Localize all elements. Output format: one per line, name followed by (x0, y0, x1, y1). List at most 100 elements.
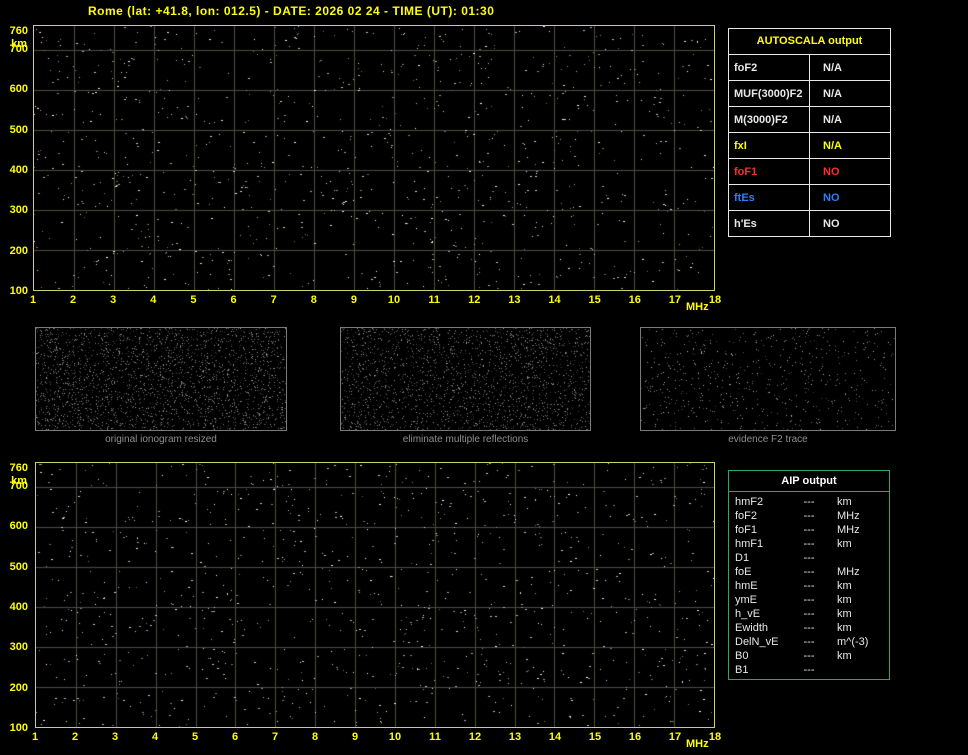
x-tick-7: 7 (271, 731, 279, 743)
aip-row-foF2: foF2 --- MHz (729, 509, 889, 523)
x-tick-13: 13 (508, 731, 522, 743)
autoscala-param-value: N/A (823, 113, 842, 126)
aip-param-label: hmF1 (735, 538, 764, 550)
x-tick-18: 18 (708, 294, 722, 306)
y-tick-700: 700 (9, 480, 28, 493)
autoscala-param-label: foF1 (729, 159, 810, 184)
aip-row-hmF2: hmF2 --- km (729, 495, 889, 509)
aip-param-unit: MHz (837, 566, 860, 578)
y-tick-400: 400 (9, 601, 28, 614)
caption-original-ionogram: original ionogram resized (105, 434, 217, 445)
aip-param-label: h_vE (735, 608, 761, 620)
aip-param-label: ymE (735, 594, 757, 606)
y-tick-600: 600 (9, 83, 28, 96)
aip-param-unit: km (837, 622, 852, 634)
x-tick-11: 11 (429, 731, 441, 743)
aip-param-value: --- (803, 594, 815, 606)
aip-param-label: foF1 (735, 524, 758, 536)
panel-eliminate-reflections (340, 327, 591, 431)
x-tick-5: 5 (190, 294, 197, 306)
autoscala-window: Rome (lat: +41.8, lon: 012.5) - DATE: 20… (0, 0, 968, 755)
x-tick-16: 16 (628, 294, 641, 306)
x-tick-16: 16 (628, 731, 642, 743)
x-tick-3: 3 (110, 294, 117, 306)
x-tick-2: 2 (70, 294, 77, 306)
y-tick-760: 760 (9, 462, 28, 474)
aip-param-unit: km (837, 580, 852, 592)
x-tick-12: 12 (468, 731, 482, 743)
autoscala-param-value: N/A (823, 87, 842, 100)
aip-param-label: hmF2 (735, 496, 764, 508)
panel-original-ionogram-canvas (36, 328, 286, 430)
aip-param-value: --- (803, 510, 815, 522)
aip-row-B0: B0 --- km (729, 649, 889, 663)
y-tick-600: 600 (9, 520, 28, 533)
autoscala-param-value: NO (823, 217, 840, 230)
x-tick-5: 5 (191, 731, 199, 743)
aip-row-hmE: hmE --- km (729, 579, 889, 593)
aip-row-ymE: ymE --- km (729, 593, 889, 607)
aip-param-unit: MHz (837, 510, 860, 522)
x-tick-12: 12 (468, 294, 481, 306)
caption-evidence-f2-trace: evidence F2 trace (728, 434, 808, 445)
aip-param-unit: km (837, 608, 852, 620)
aip-param-label: D1 (735, 552, 750, 564)
aip-table-header: AIP output (729, 471, 889, 492)
aip-param-value: --- (803, 636, 815, 648)
aip-row-DelN_vE: DelN_vE --- m^(-3) (729, 635, 889, 649)
aip-param-unit: m^(-3) (837, 636, 869, 648)
autoscala-param-label: MUF(3000)F2 (729, 81, 810, 106)
autoscala-row-foF2: foF2 N/A (729, 55, 890, 81)
x-tick-8: 8 (310, 294, 317, 306)
aip-param-value: --- (803, 524, 815, 536)
y-tick-500: 500 (9, 123, 28, 136)
x-tick-18: 18 (708, 731, 722, 743)
aip-row-B1: B1 --- (729, 663, 889, 677)
aip-row-hmF1: hmF1 --- km (729, 537, 889, 551)
y-tick-400: 400 (9, 164, 28, 177)
panel-eliminate-reflections-canvas (341, 328, 590, 430)
aip-param-label: Ewidth (735, 622, 769, 634)
caption-eliminate-reflections: eliminate multiple reflections (402, 434, 529, 445)
x-tick-15: 15 (588, 294, 601, 306)
autoscala-row-foF1: foF1 NO (729, 159, 890, 185)
aip-row-Ewidth: Ewidth --- km (729, 621, 889, 635)
x-tick-9: 9 (350, 294, 357, 306)
aip-param-value: --- (803, 552, 815, 564)
x-tick-9: 9 (351, 731, 359, 743)
aip-param-value: --- (803, 650, 815, 662)
aip-row-foE: foE --- MHz (729, 565, 889, 579)
top-x-axis-unit-label: MHz (685, 301, 709, 313)
autoscala-param-label: fxI (729, 133, 810, 158)
panel-evidence-f2-trace-canvas (641, 328, 895, 430)
aip-param-label: foE (735, 566, 752, 578)
aip-table-body: hmF2 --- km foF2 --- MHz foF1 --- MHz hmF1 --- km D1… (729, 492, 889, 679)
aip-param-unit: km (837, 650, 852, 662)
aip-param-value: --- (803, 566, 815, 578)
x-tick-14: 14 (548, 731, 562, 743)
autoscala-table-body: foF2 N/A MUF(3000)F2 N/A M(3000)F2 N/A fxI N/A f… (729, 55, 890, 236)
y-tick-300: 300 (9, 641, 28, 654)
x-tick-17: 17 (668, 294, 681, 306)
x-tick-8: 8 (311, 731, 319, 743)
x-tick-4: 4 (150, 294, 157, 306)
aip-row-D1: D1 --- (729, 551, 889, 565)
y-tick-100: 100 (9, 285, 28, 297)
autoscala-param-value: NO (823, 165, 840, 178)
autoscala-param-value: N/A (823, 61, 842, 74)
aip-param-unit: km (837, 538, 852, 550)
aip-row-foF1: foF1 --- MHz (729, 523, 889, 537)
autoscala-row-MUF(3000)F2: MUF(3000)F2 N/A (729, 81, 890, 107)
aip-param-label: B0 (735, 650, 749, 662)
autoscala-row-fxI: fxI N/A (729, 133, 890, 159)
autoscala-param-label: foF2 (729, 55, 810, 80)
x-tick-3: 3 (111, 731, 119, 743)
aip-param-label: B1 (735, 664, 749, 676)
x-tick-4: 4 (151, 731, 159, 743)
autoscala-row-ftEs: ftEs NO (729, 185, 890, 211)
autoscala-param-label: M(3000)F2 (729, 107, 810, 132)
autoscala-param-label: ftEs (729, 185, 810, 210)
aip-param-label: foF2 (735, 510, 758, 522)
autoscala-param-value: NO (823, 191, 840, 204)
autoscala-param-value: N/A (823, 139, 842, 152)
